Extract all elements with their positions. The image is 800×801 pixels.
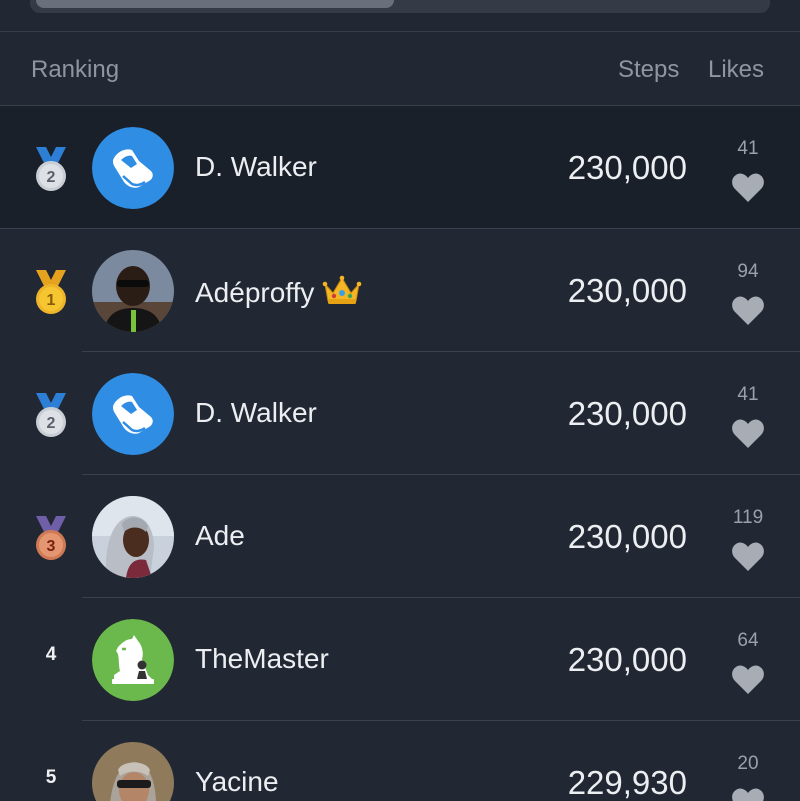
photo-avatar[interactable] (92, 496, 174, 578)
chess-avatar[interactable] (92, 619, 174, 701)
steps-value: 230,000 (567, 272, 687, 309)
steps-value: 230,000 (567, 395, 687, 432)
leaderboard-row[interactable]: 3 Ade 230,000 119 (0, 475, 800, 598)
user-name: D. Walker (195, 151, 317, 182)
leaderboard-row[interactable]: 1 Adéproffy 230,000 94 (0, 229, 800, 352)
user-name-text: Adéproffy (195, 277, 315, 308)
segment-selected[interactable] (36, 0, 394, 8)
heart-icon[interactable] (731, 665, 765, 695)
likes-count: 94 (737, 261, 759, 282)
likes-count: 20 (737, 753, 759, 774)
heart-icon[interactable] (731, 542, 765, 572)
shoe-avatar[interactable] (92, 127, 174, 209)
user-name: TheMaster (195, 643, 329, 674)
medal-rank-text: 1 (47, 292, 56, 309)
likes-count: 41 (737, 384, 759, 405)
rank-number: 5 (45, 767, 57, 788)
heart-icon[interactable] (731, 419, 765, 449)
steps-value: 230,000 (567, 641, 687, 678)
user-name: Adéproffy (195, 274, 362, 309)
leaderboard-row[interactable]: 4 TheMaster 230,000 64 (0, 598, 800, 721)
photo-avatar[interactable] (92, 250, 174, 332)
likes-count: 64 (737, 630, 759, 651)
medal-rank-text: 2 (47, 415, 56, 432)
likes-count: 119 (732, 507, 764, 528)
user-name: Ade (195, 520, 245, 551)
medal-rank-text: 2 (47, 169, 56, 186)
likes-count: 41 (737, 138, 759, 159)
likes-column-label: Likes (708, 56, 765, 83)
ranking-column-label: Ranking (31, 56, 120, 83)
rank-number: 4 (45, 644, 57, 665)
steps-value: 229,930 (567, 764, 687, 801)
user-name: D. Walker (195, 397, 317, 428)
current-user-row[interactable]: 2 D. Walker 230,000 41 (0, 106, 800, 229)
heart-icon[interactable] (731, 788, 765, 801)
bronze-medal-icon: 3 (36, 516, 66, 560)
silver-medal-icon: 2 (36, 393, 66, 437)
crown-icon (323, 275, 362, 304)
steps-value: 230,000 (567, 518, 687, 555)
silver-medal-icon: 2 (36, 147, 66, 191)
leaderboard-row[interactable]: 2 D. Walker 230,000 41 (0, 352, 800, 475)
heart-icon[interactable] (731, 296, 765, 326)
gold-medal-icon: 1 (36, 270, 66, 314)
heart-icon[interactable] (731, 173, 765, 203)
photo-avatar[interactable] (92, 742, 174, 801)
shoe-avatar[interactable] (92, 373, 174, 455)
leaderboard-row[interactable]: 5 Yacine 229,930 20 (0, 721, 800, 801)
leaderboard-header: Ranking Steps Likes (0, 32, 800, 105)
user-name: Yacine (195, 766, 279, 797)
period-segmented-control[interactable] (30, 0, 770, 13)
medal-rank-text: 3 (47, 538, 56, 555)
steps-value: 230,000 (567, 149, 687, 186)
steps-column-label: Steps (618, 56, 680, 83)
